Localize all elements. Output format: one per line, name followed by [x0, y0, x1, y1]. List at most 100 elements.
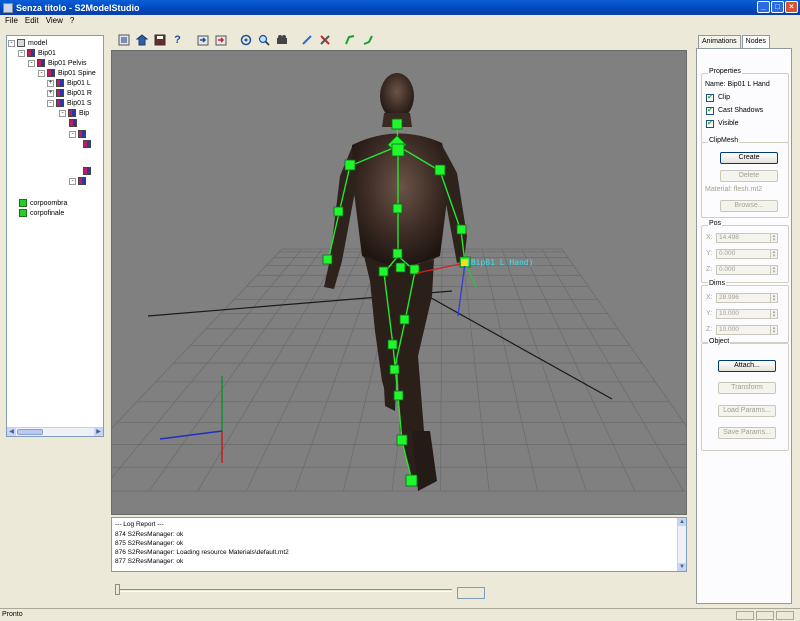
maximize-button[interactable]: □ — [771, 1, 784, 13]
scroll-thumb[interactable] — [17, 429, 43, 435]
bone-link-button[interactable] — [359, 32, 376, 49]
tree-node[interactable]: - Bip — [59, 108, 89, 118]
open-button[interactable] — [133, 32, 150, 49]
zoom-button[interactable] — [255, 32, 272, 49]
tree-node[interactable]: - Bip01 — [18, 48, 56, 58]
tree-node[interactable]: + Bip01 L — [47, 78, 91, 88]
properties-group: Properties Name: Bip01 L Hand ✔ Clip ✔ C… — [701, 68, 789, 143]
collapse-icon[interactable]: - — [28, 59, 35, 67]
menu-help[interactable]: ? — [67, 15, 78, 27]
collapse-icon[interactable]: - — [47, 99, 54, 107]
tree-node[interactable]: - model — [8, 38, 47, 48]
dims-x-field[interactable]: 28.996 ▴ ▾ — [716, 293, 778, 303]
dims-y-label: Y: — [706, 310, 713, 317]
collapse-icon[interactable]: - — [38, 69, 45, 77]
spin-arrows-icon[interactable]: ▴ ▾ — [770, 326, 777, 335]
rotate-view-button[interactable] — [237, 32, 254, 49]
scroll-up-icon[interactable]: ▲ — [678, 518, 686, 526]
log-report: --- Log Report --- 874 S2ResManager: ok … — [111, 517, 687, 572]
tree-node[interactable] — [83, 166, 94, 176]
tab-nodes[interactable]: Nodes — [741, 35, 770, 49]
minimize-button[interactable]: _ — [757, 1, 770, 13]
bone-node-icon — [68, 109, 76, 117]
dims-y-field[interactable]: 10.000 ▴ ▾ — [716, 309, 778, 319]
menu-view[interactable]: View — [43, 15, 67, 27]
tab-animations[interactable]: Animations — [698, 35, 741, 49]
mesh-node-icon — [19, 199, 27, 207]
spin-arrows-icon[interactable]: ▴ ▾ — [770, 294, 777, 303]
collapse-icon[interactable]: - — [59, 109, 66, 117]
visible-checkbox[interactable]: ✔ — [706, 120, 714, 128]
dims-z-field[interactable]: 10.000 ▴ ▾ — [716, 325, 778, 335]
tree-node[interactable]: - Bip01 Spine — [38, 68, 96, 78]
transform-button[interactable]: Transform — [718, 382, 776, 394]
browse-button[interactable]: Browse... — [720, 200, 778, 212]
tree-node[interactable]: - — [69, 129, 89, 139]
spin-arrows-icon[interactable]: ▴ ▾ — [770, 234, 777, 243]
new-model-button[interactable] — [115, 32, 132, 49]
tree-node-label: Bip01 Spine — [58, 69, 96, 77]
tree-node[interactable] — [69, 118, 80, 128]
tree-node[interactable]: corpofinale — [19, 208, 64, 218]
menu-edit[interactable]: Edit — [22, 15, 43, 27]
spin-arrows-icon[interactable]: ▴ ▾ — [770, 310, 777, 319]
tree-node-label: Bip — [79, 109, 90, 117]
pos-z-label: Z: — [706, 266, 713, 273]
export-button[interactable] — [212, 32, 229, 49]
scroll-left-icon[interactable]: ◀ — [7, 428, 16, 436]
tree-node[interactable]: + Bip01 R — [47, 88, 92, 98]
bone-tool-button[interactable] — [298, 32, 315, 49]
spin-arrows-icon[interactable]: ▴ ▾ — [770, 250, 777, 259]
collapse-icon[interactable]: - — [69, 130, 76, 138]
expand-icon[interactable]: + — [47, 89, 54, 97]
log-line: 876 S2ResManager: Loading resource Mater… — [115, 549, 289, 556]
tree-node-label: model — [28, 39, 48, 47]
help-button[interactable]: ? — [169, 32, 186, 49]
tree-node[interactable]: - — [69, 176, 89, 186]
bone-node-icon — [47, 69, 55, 77]
status-cell — [756, 611, 774, 620]
dims-z-value: 10.000 — [719, 326, 739, 333]
create-button[interactable]: Create — [720, 152, 778, 164]
pos-z-field[interactable]: 0.000 ▴ ▾ — [716, 265, 778, 275]
bone-green-button[interactable] — [341, 32, 358, 49]
scroll-down-icon[interactable]: ▼ — [678, 563, 686, 571]
bone-node-icon — [56, 79, 64, 87]
pos-y-field[interactable]: 0.000 ▴ ▾ — [716, 249, 778, 259]
node-name: Name: Bip01 L Hand — [705, 81, 770, 88]
tree-node[interactable]: - Bip01 Pelvis — [28, 58, 87, 68]
scroll-right-icon[interactable]: ▶ — [94, 428, 103, 436]
frame-input[interactable] — [457, 587, 485, 599]
new-model-icon — [118, 34, 129, 46]
close-button[interactable]: × — [785, 1, 798, 13]
pos-x-field[interactable]: 14.498 ▴ ▾ — [716, 233, 778, 243]
expand-icon[interactable]: + — [47, 79, 54, 87]
bone-node-icon — [56, 99, 64, 107]
menu-file[interactable]: File — [2, 15, 22, 27]
bone-node-icon — [56, 89, 64, 97]
clip-checkbox[interactable]: ✔ — [706, 94, 714, 102]
3d-viewport[interactable]: (Bip01 L Hand) — [111, 50, 687, 515]
pos-y-value: 0.000 — [719, 250, 736, 257]
delete-button[interactable]: Delete — [720, 170, 778, 182]
collapse-icon[interactable]: - — [18, 49, 25, 57]
camera-pan-button[interactable] — [273, 32, 290, 49]
save-params-button[interactable]: Save Params... — [718, 427, 776, 439]
timeline-slider-thumb[interactable] — [115, 584, 120, 595]
tree-node[interactable] — [83, 139, 94, 149]
pos-x-value: 14.498 — [719, 234, 739, 241]
load-params-button[interactable]: Load Params... — [718, 405, 776, 417]
cast-shadows-checkbox[interactable]: ✔ — [706, 107, 714, 115]
attach-button[interactable]: Attach... — [718, 360, 776, 372]
tree-node[interactable]: corpoombra — [19, 198, 67, 208]
log-vertical-scrollbar[interactable]: ▲ ▼ — [677, 518, 686, 571]
tree-horizontal-scrollbar[interactable]: ◀ ▶ — [7, 427, 103, 436]
save-button[interactable] — [151, 32, 168, 49]
delete-tool-button[interactable] — [316, 32, 333, 49]
collapse-icon[interactable]: - — [69, 177, 76, 185]
timeline-slider-track[interactable] — [116, 589, 452, 592]
import-button[interactable] — [194, 32, 211, 49]
collapse-icon[interactable]: - — [8, 39, 15, 47]
tree-node[interactable]: - Bip01 S — [47, 98, 92, 108]
spin-arrows-icon[interactable]: ▴ ▾ — [770, 266, 777, 275]
